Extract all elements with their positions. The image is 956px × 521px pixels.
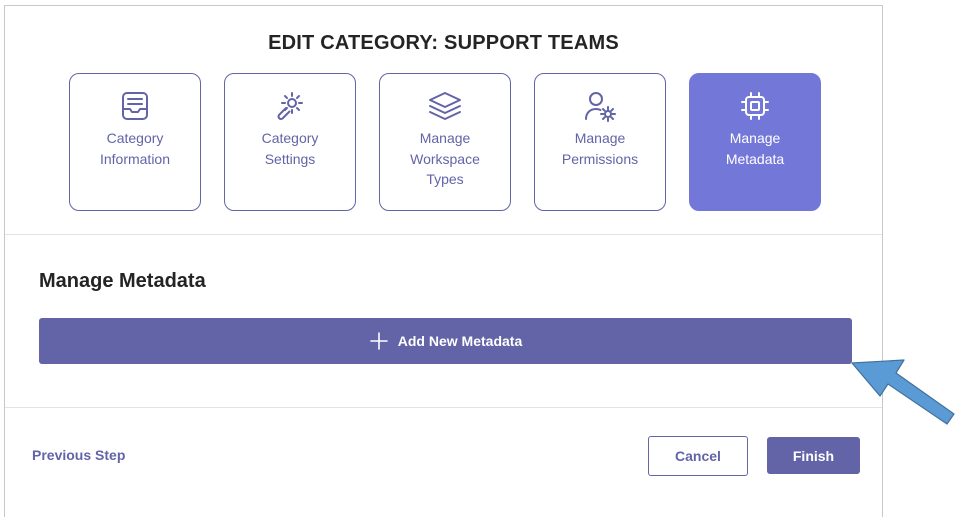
- step-label: Manage Workspace Types: [410, 130, 480, 187]
- previous-step-link[interactable]: Previous Step: [32, 447, 125, 463]
- step-label: Category Settings: [261, 130, 319, 167]
- chip-icon: [737, 88, 773, 124]
- step-manage-workspace-types[interactable]: Manage Workspace Types: [379, 73, 511, 211]
- inbox-tray-icon: [117, 88, 153, 124]
- add-button-label: Add New Metadata: [397, 333, 523, 349]
- pointer-arrow-icon: [851, 359, 955, 425]
- divider: [5, 234, 882, 235]
- step-category-information[interactable]: Category Information: [69, 73, 201, 211]
- step-category-settings[interactable]: Category Settings: [224, 73, 356, 211]
- step-label: Category Information: [99, 130, 171, 167]
- dialog-title: EDIT CATEGORY: SUPPORT TEAMS: [268, 32, 619, 54]
- section-title: Manage Metadata: [39, 270, 206, 292]
- layers-icon: [427, 88, 463, 124]
- finish-button[interactable]: Finish: [767, 437, 860, 474]
- user-gear-icon: [582, 88, 618, 124]
- step-label: Manage Metadata: [725, 130, 785, 167]
- add-new-metadata-button[interactable]: Add New Metadata: [39, 318, 852, 364]
- step-label: Manage Permissions: [561, 130, 639, 167]
- divider: [5, 407, 882, 408]
- edit-category-dialog: EDIT CATEGORY: SUPPORT TEAMS Category In…: [4, 5, 883, 517]
- plus-icon: [369, 332, 388, 350]
- cancel-button[interactable]: Cancel: [648, 436, 748, 476]
- step-manage-permissions[interactable]: Manage Permissions: [534, 73, 666, 211]
- step-manage-metadata[interactable]: Manage Metadata: [689, 73, 821, 211]
- wrench-gear-icon: [272, 88, 308, 124]
